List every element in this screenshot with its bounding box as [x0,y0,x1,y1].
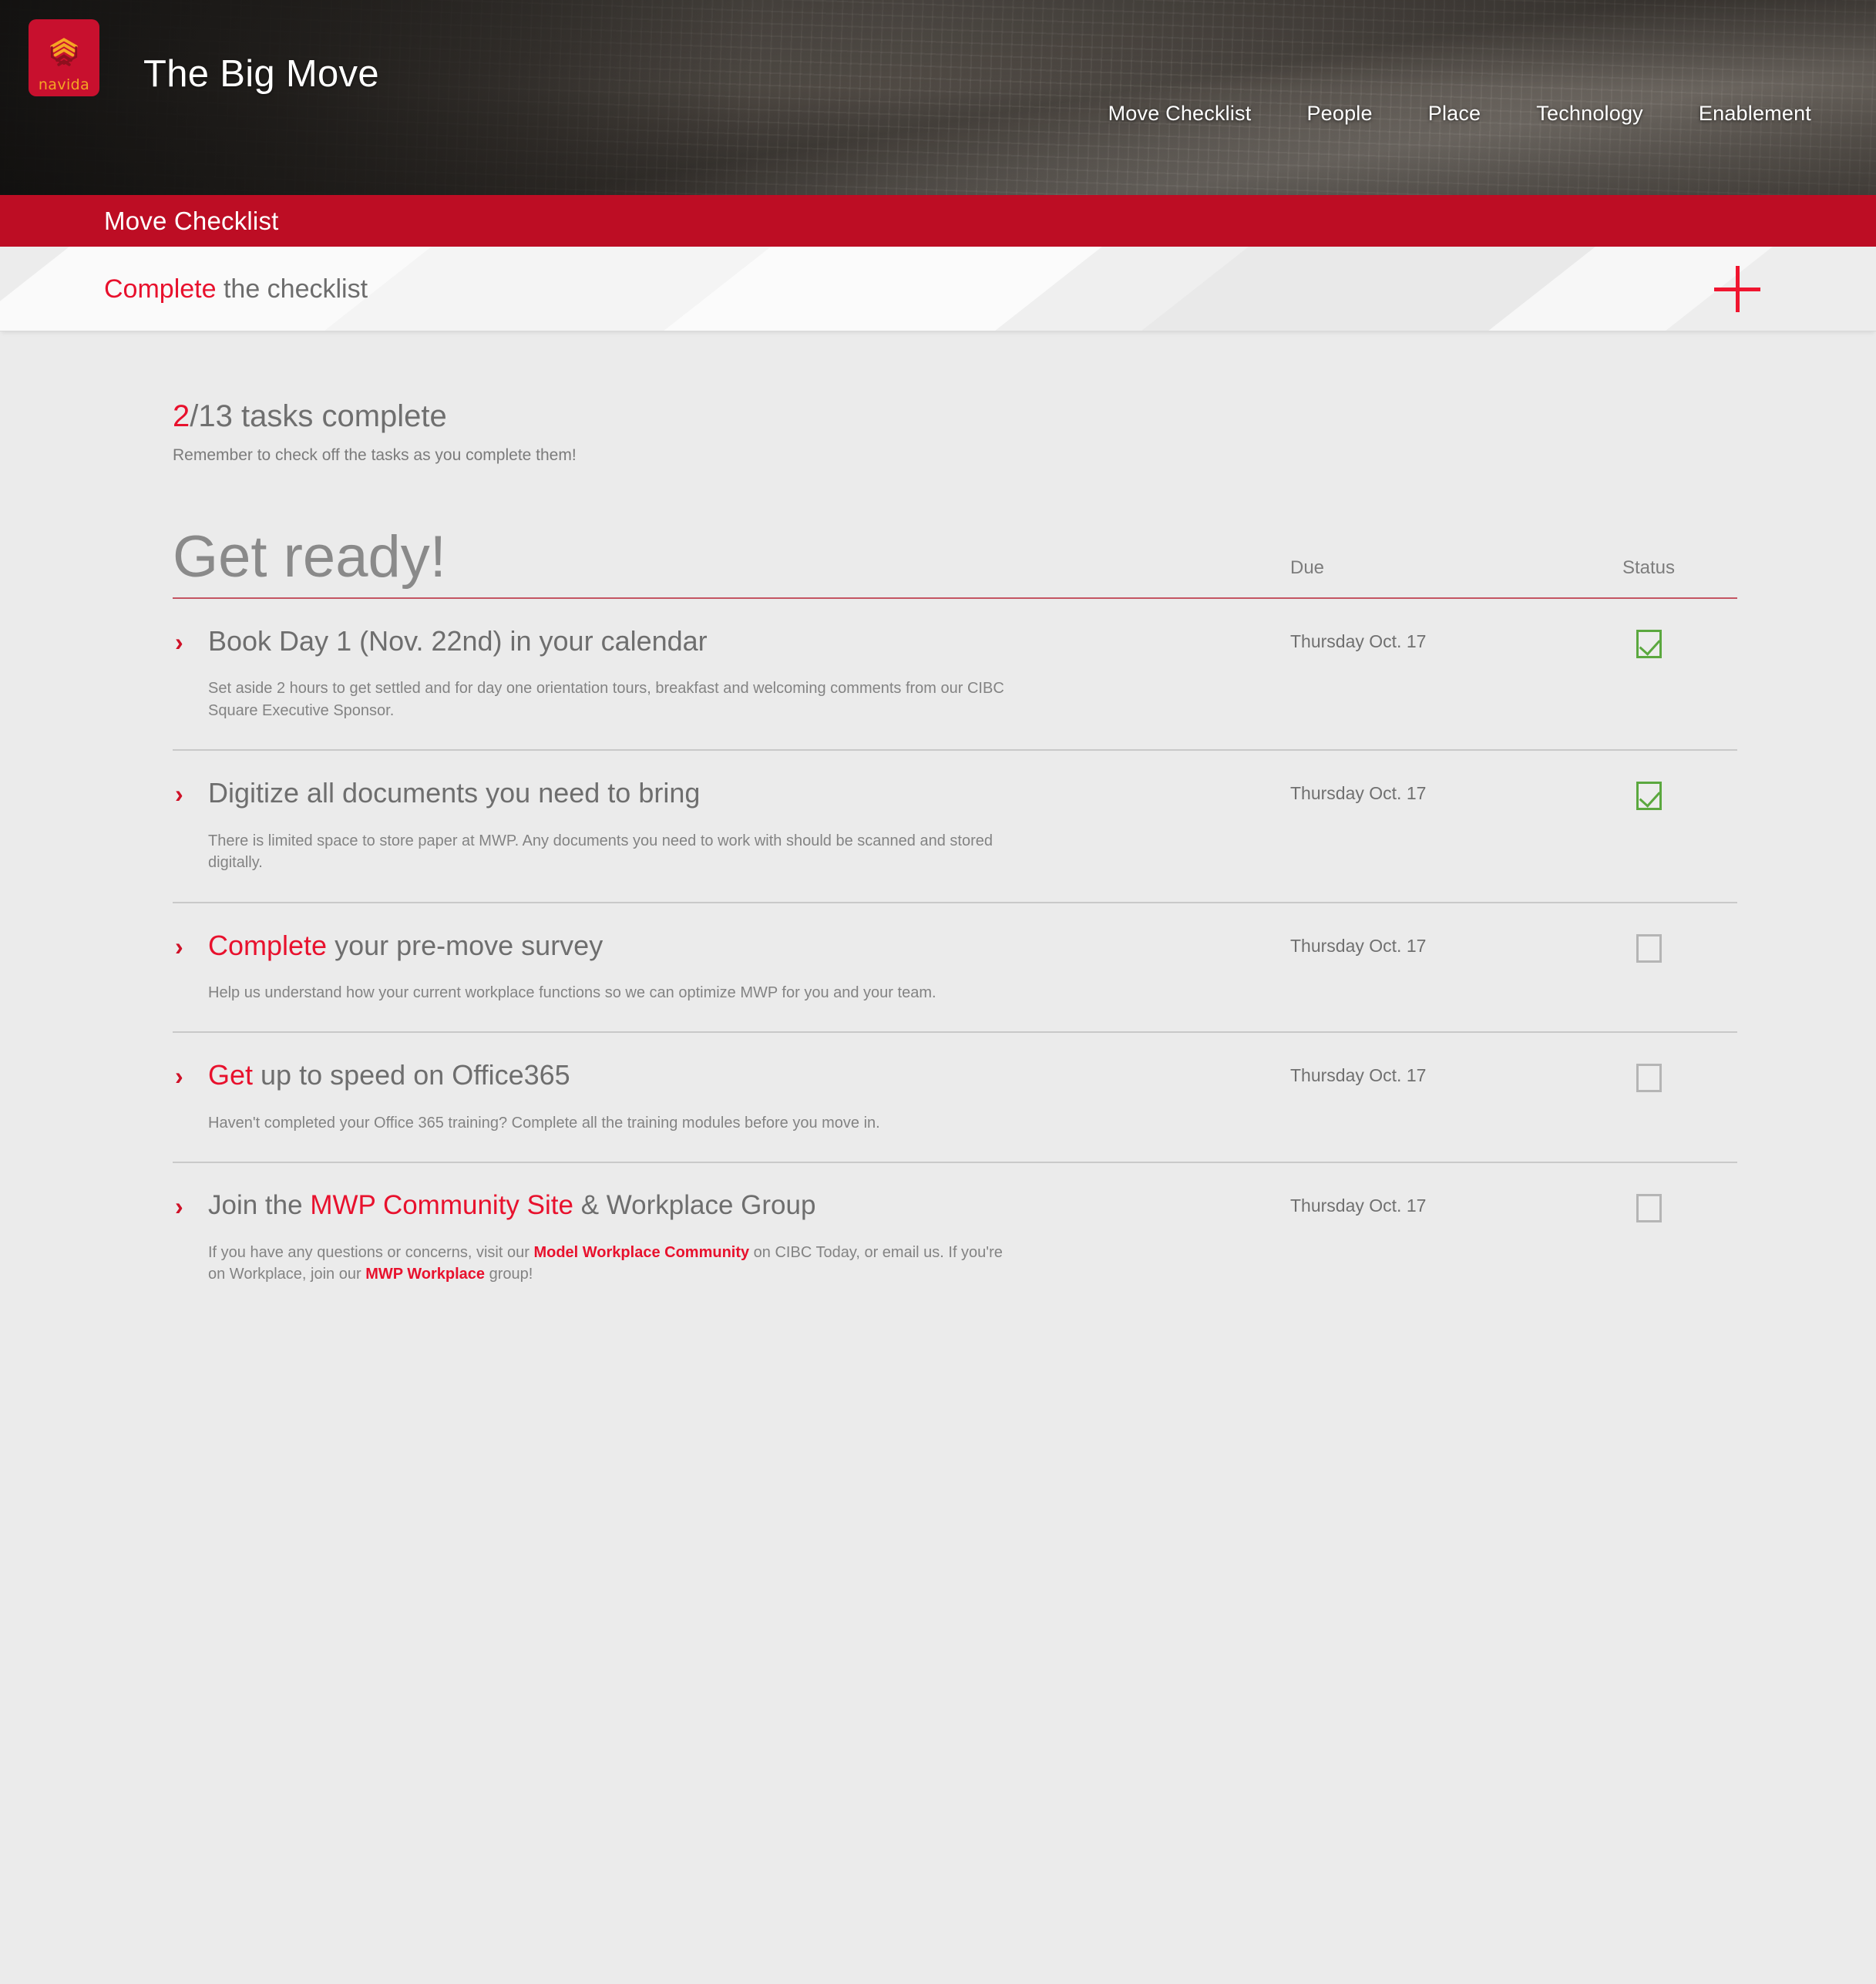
section-header: Get ready! Due Status [173,528,1737,599]
plus-icon[interactable] [1714,266,1760,312]
checklist-subheader: Complete the checklist [0,247,1876,331]
description-text: group! [485,1265,533,1283]
task-title-highlight: MWP Community Site [310,1190,573,1221]
nav-item-technology[interactable]: Technology [1508,102,1671,126]
column-header-status: Status [1622,557,1676,578]
progress-done-count: 2 [173,399,190,433]
progress-total-text: /13 tasks complete [190,399,447,433]
task-title-pre: Join the [208,1190,311,1221]
navida-logo[interactable]: navida [29,19,99,96]
task-row[interactable]: › Digitize all documents you need to bri… [173,751,1737,903]
task-row[interactable]: › Join the MWP Community Site & Workplac… [173,1163,1737,1313]
task-status-cell [1560,625,1737,658]
progress-counter: 2/13 tasks complete [173,331,1737,434]
task-title: Get up to speed on Office365 [208,1059,1290,1091]
task-due-date: Thursday Oct. 17 [1290,783,1427,804]
task-checkbox[interactable] [1636,1194,1662,1223]
task-status-cell [1560,1189,1737,1223]
nav-item-enablement[interactable]: Enablement [1671,102,1839,126]
task-checkbox[interactable] [1636,782,1662,811]
task-checkbox[interactable] [1636,1064,1662,1093]
nav-item-place[interactable]: Place [1400,102,1509,126]
task-row[interactable]: › Complete your pre-move survey Help us … [173,903,1737,1034]
task-status-cell [1560,930,1737,963]
chevron-right-icon[interactable]: › [173,777,208,873]
task-title: Join the MWP Community Site & Workplace … [208,1189,1290,1221]
page-title: The Big Move [143,53,379,95]
nav-item-people[interactable]: People [1279,102,1400,126]
task-description: Haven't completed your Office 365 traini… [208,1114,880,1132]
task-title: Complete your pre-move survey [208,930,1290,962]
column-header-due: Due [1290,557,1325,578]
section-red-bar: Move Checklist [0,195,1876,247]
stacked-cube-logo-icon [50,38,78,66]
task-title-highlight: Get [208,1059,254,1091]
task-description: Help us understand how your current work… [208,984,936,1001]
task-due-date: Thursday Oct. 17 [1290,1195,1427,1216]
task-description: If you have any questions or concerns, v… [208,1242,1017,1286]
task-title-text: Book Day 1 (Nov. 22nd) in your calendar [208,625,708,657]
red-bar-title: Move Checklist [104,206,279,235]
task-row[interactable]: › Book Day 1 (Nov. 22nd) in your calenda… [173,599,1737,752]
chevron-right-icon[interactable]: › [173,1059,208,1134]
chevron-right-icon[interactable]: › [173,1189,208,1285]
task-status-cell [1560,1059,1737,1093]
task-checkbox[interactable] [1636,630,1662,658]
chevron-right-icon[interactable]: › [173,930,208,1004]
task-title-text: Digitize all documents you need to bring [208,777,701,809]
nav-item-move-checklist[interactable]: Move Checklist [1081,102,1279,126]
description-text: If you have any questions or concerns, v… [208,1243,534,1261]
task-title-highlight: Complete [208,929,328,961]
top-navigation: Move Checklist People Place Technology E… [1081,102,1839,126]
logo-wordmark: navida [38,76,90,93]
header-banner: navida The Big Move Move Checklist Peopl… [0,0,1876,195]
section-title: Get ready! [173,524,446,590]
task-due-date: Thursday Oct. 17 [1290,935,1427,956]
main-content: 2/13 tasks complete Remember to check of… [0,331,1876,1313]
task-row[interactable]: › Get up to speed on Office365 Haven't c… [173,1033,1737,1164]
banner-gradient-overlay [0,0,755,195]
task-due-date: Thursday Oct. 17 [1290,631,1427,651]
task-title-text: & Workplace Group [573,1190,816,1221]
subheader-highlight: Complete [104,274,217,304]
progress-reminder: Remember to check off the tasks as you c… [173,446,577,464]
subheader-text: Complete the checklist [104,274,368,304]
description-link[interactable]: MWP Workplace [365,1266,485,1283]
task-title-text: your pre-move survey [327,929,603,961]
task-status-cell [1560,777,1737,811]
task-due-date: Thursday Oct. 17 [1290,1065,1427,1086]
chevron-right-icon[interactable]: › [173,625,208,721]
task-title: Book Day 1 (Nov. 22nd) in your calendar [208,625,1290,657]
task-checkbox[interactable] [1636,933,1662,963]
task-description: Set aside 2 hours to get settled and for… [208,680,1004,719]
task-title-text: up to speed on Office365 [253,1059,570,1091]
task-description: There is limited space to store paper at… [208,832,993,872]
task-title: Digitize all documents you need to bring [208,777,1290,809]
description-link[interactable]: Model Workplace Community [533,1244,749,1261]
subheader-rest: the checklist [216,274,368,304]
